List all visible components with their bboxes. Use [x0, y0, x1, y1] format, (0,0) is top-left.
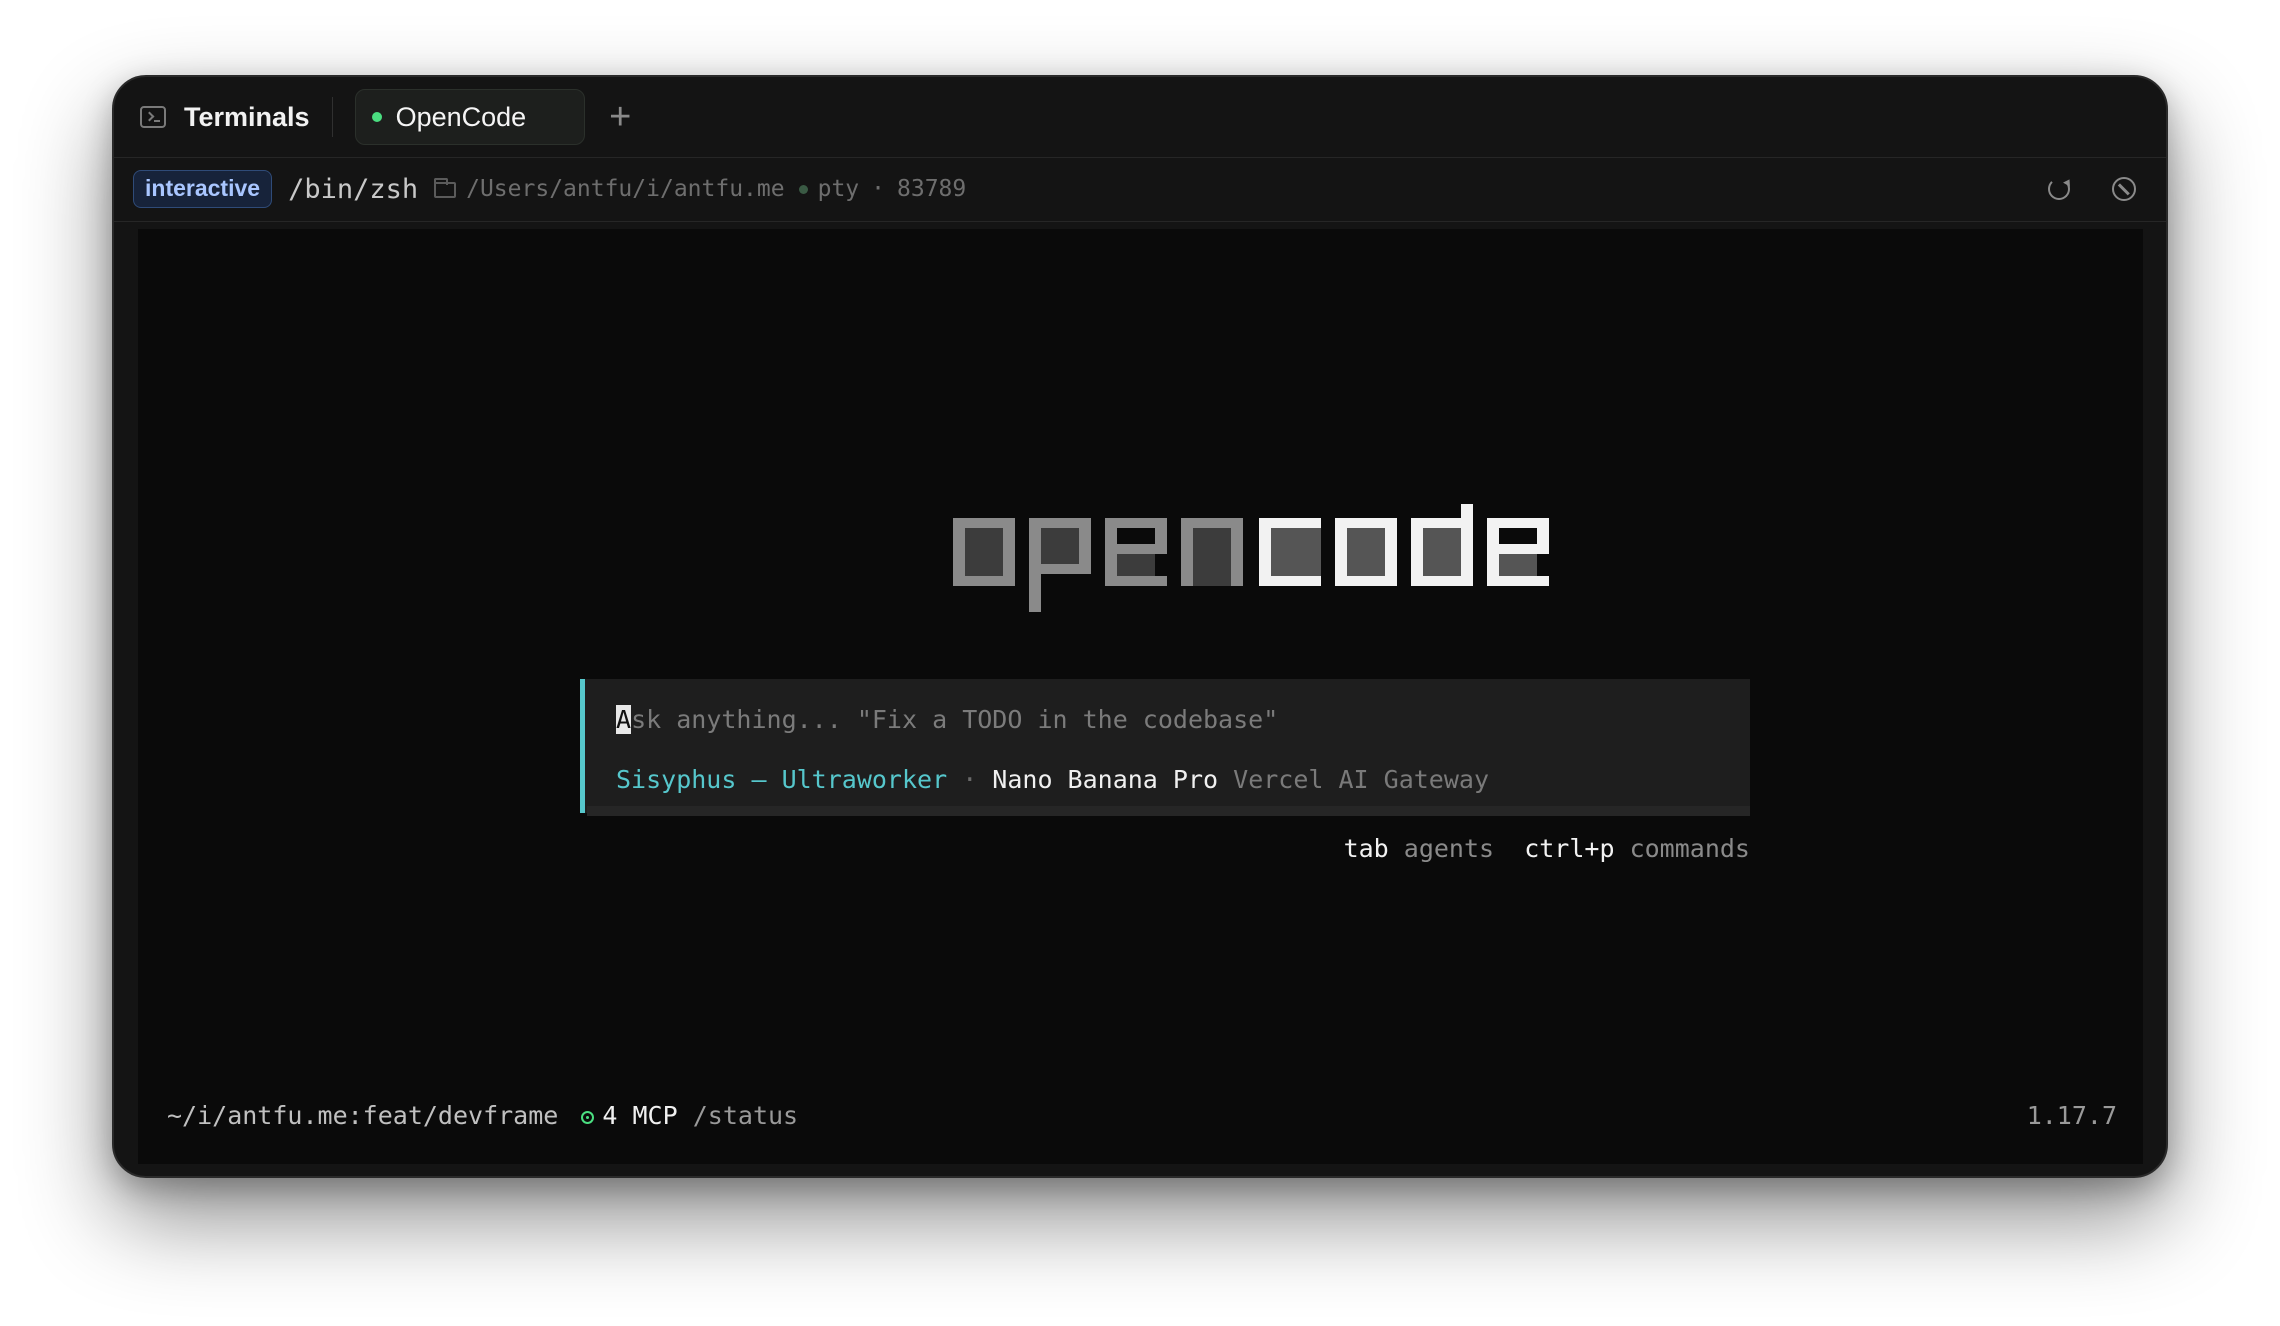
pid-separator: · [871, 176, 886, 202]
mcp-count: 4 MCP [602, 1101, 678, 1130]
restart-icon[interactable] [2048, 178, 2070, 200]
model-selector-line[interactable]: Sisyphus – Ultraworker · Nano Banana Pro… [616, 765, 1489, 794]
session-actions [2048, 157, 2136, 221]
tab-opencode[interactable]: OpenCode [354, 89, 586, 145]
terminal-icon [140, 106, 166, 128]
terminate-icon[interactable] [2112, 177, 2136, 201]
tab-divider [331, 97, 333, 137]
opencode-logo: opencode [953, 504, 1549, 612]
path-branch: ~/i/antfu.me:feat/devframe [167, 1101, 559, 1130]
pty-status-dot [798, 184, 808, 194]
folder-icon [434, 178, 457, 198]
version-label: 1.17.7 [2026, 1101, 2117, 1130]
mode-badge: interactive [133, 170, 273, 208]
shell-path: /bin/zsh [288, 173, 419, 205]
prompt-placeholder: Ask anything... "Fix a TODO in the codeb… [616, 705, 1278, 734]
status-line: ~/i/antfu.me:feat/devframe 4 MCP /status [167, 1101, 798, 1130]
mcp-status-icon [581, 1111, 595, 1124]
plus-icon[interactable]: + [609, 98, 631, 136]
hint-label-agents: agents [1403, 834, 1495, 863]
placeholder-text: sk anything... "Fix a TODO in the codeba… [631, 705, 1279, 734]
terminal-window: Terminals OpenCode + interactive /bin/zs… [112, 75, 2168, 1178]
prompt-input[interactable]: Ask anything... "Fix a TODO in the codeb… [580, 679, 1750, 813]
tab-label: OpenCode [395, 101, 527, 132]
terminals-header: Terminals [140, 102, 310, 133]
process-id: 83789 [897, 176, 967, 202]
working-directory: /Users/antfu/i/antfu.me [466, 176, 785, 202]
keyboard-hints: tab agents ctrl+p commands [1344, 834, 1750, 863]
separator: · [947, 765, 993, 794]
hint-label-commands: commands [1629, 834, 1750, 863]
agent-name[interactable]: Sisyphus – Ultraworker [616, 765, 947, 794]
prompt-bottom-border [587, 806, 1750, 816]
tab-bar: Terminals OpenCode + [114, 77, 2166, 158]
model-name[interactable]: Nano Banana Pro [992, 765, 1218, 794]
status-command: /status [692, 1101, 799, 1130]
terminals-title: Terminals [184, 101, 310, 132]
hint-key-ctrl-p: ctrl+p [1524, 834, 1615, 863]
text-cursor: A [616, 705, 632, 734]
pty-label: pty [817, 176, 860, 202]
terminal-viewport[interactable]: opencode [138, 229, 2143, 1164]
session-info-bar: interactive /bin/zsh /Users/antfu/i/antf… [114, 157, 2166, 222]
running-status-dot [371, 112, 382, 122]
provider-name: Vercel AI Gateway [1233, 765, 1490, 794]
hint-key-tab: tab [1343, 834, 1389, 863]
